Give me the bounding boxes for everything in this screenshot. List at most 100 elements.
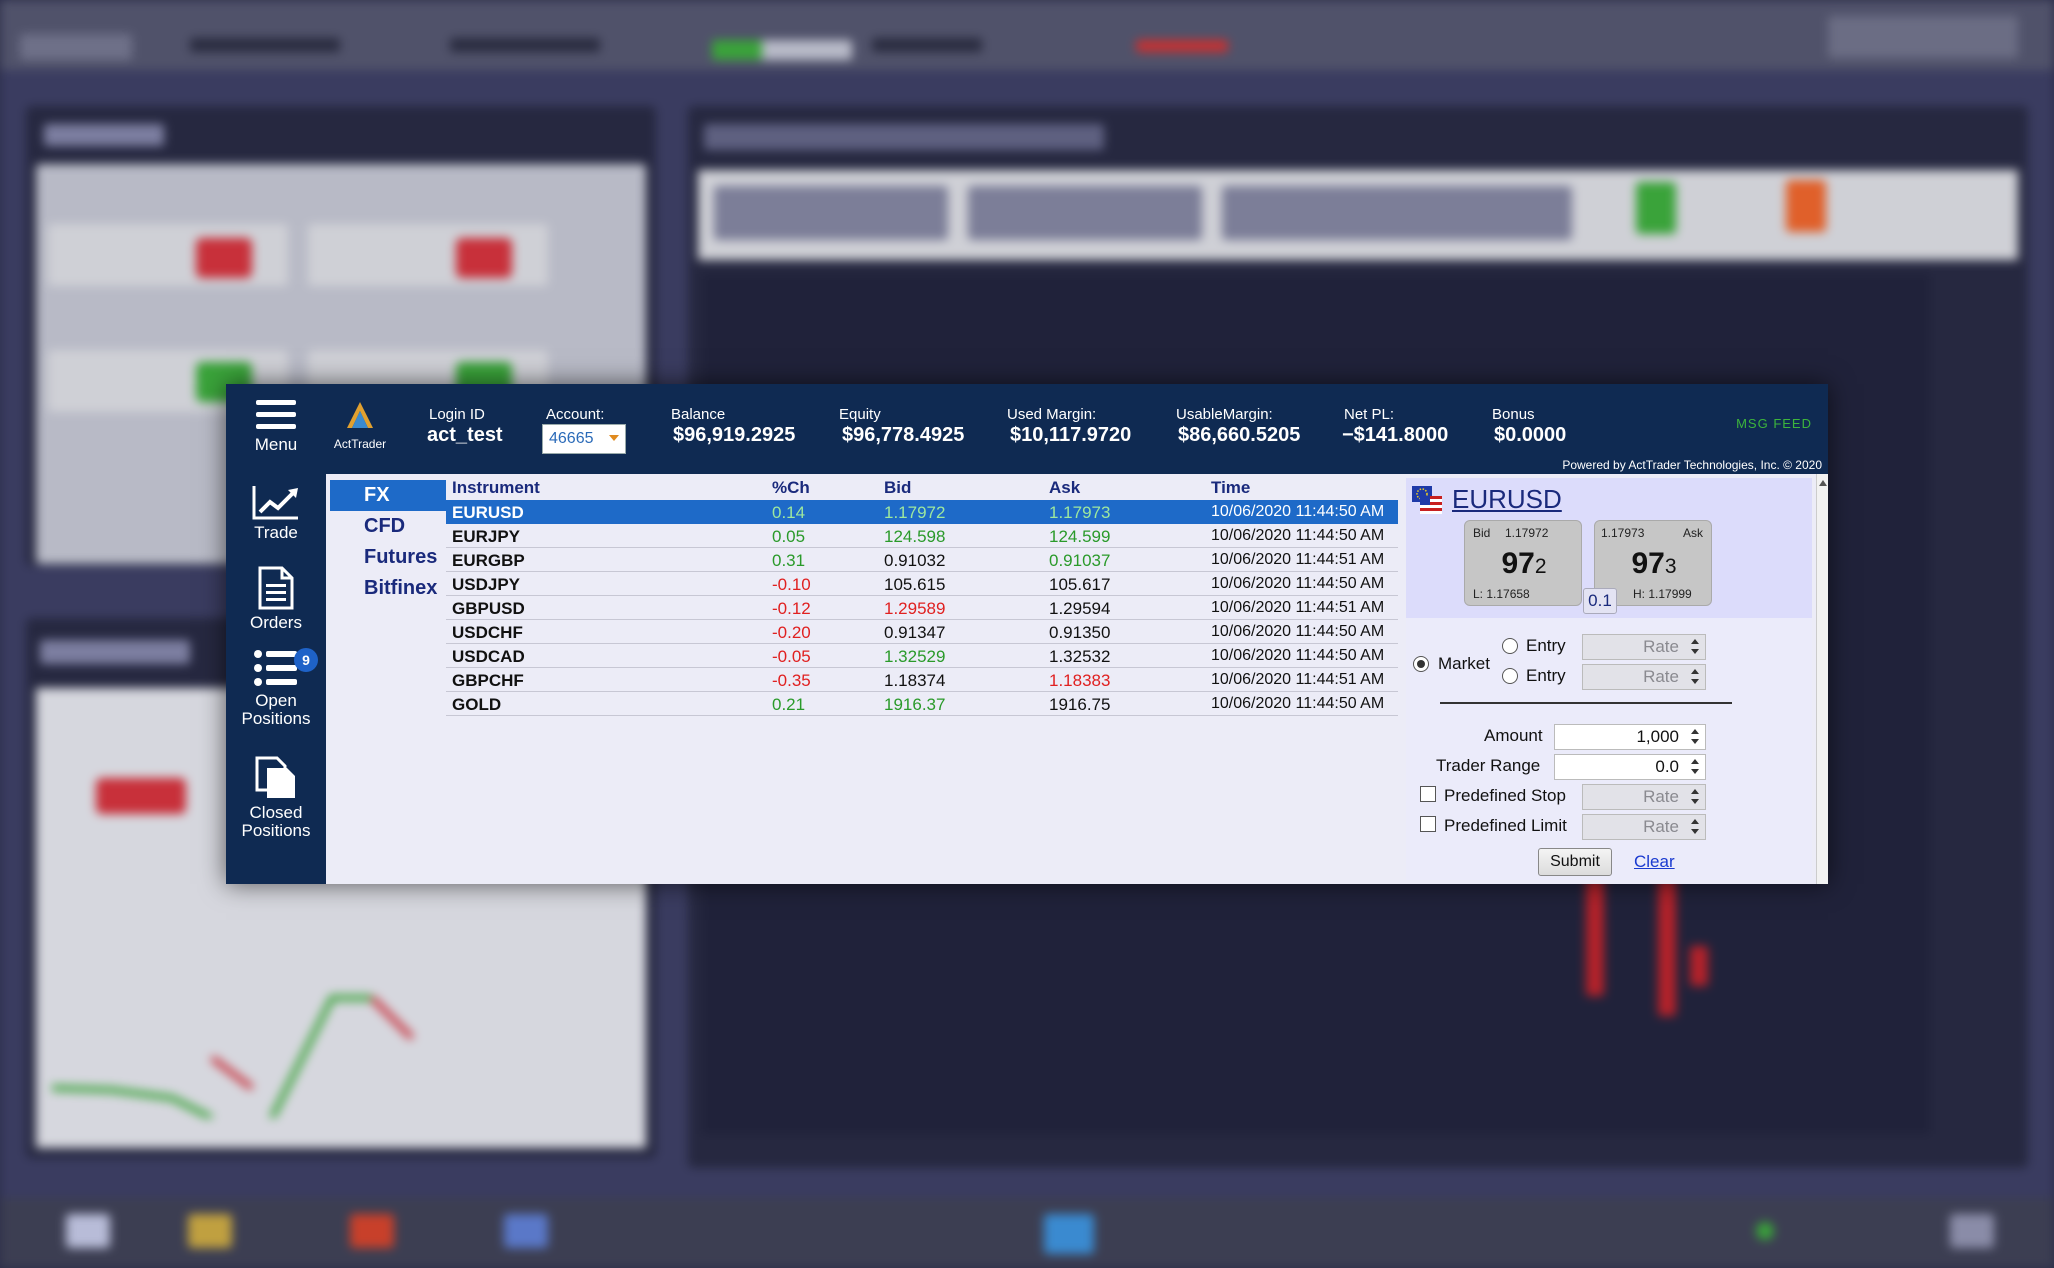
quote-time-cell: 10/06/2020 11:44:51 AM [1211,599,1385,616]
quote-change-cell: -0.35 [772,671,811,690]
predefined-stop-input[interactable]: Rate [1582,784,1706,810]
quote-time-cell: 10/06/2020 11:44:50 AM [1211,575,1385,592]
quote-change-cell: 0.21 [772,695,806,714]
entry-radio-1[interactable] [1502,638,1518,654]
msg-feed-link[interactable]: MSG FEED [1736,416,1812,431]
orders-button[interactable]: Orders [226,566,326,632]
open-positions-label-line2: Positions [241,709,311,728]
order-form: Market Entry Rate Entry Rate Amount 1,00… [1406,618,1812,880]
account-select[interactable]: 46665 [542,424,626,454]
entry-rate-input-1[interactable]: Rate [1582,634,1706,660]
menu-label: Menu [254,435,298,454]
category-cfd[interactable]: CFD [330,511,446,542]
quote-change-cell: 0.14 [772,503,806,522]
quote-symbol-cell: USDCAD [452,647,525,666]
scroll-up-arrow-icon[interactable] [1819,480,1827,486]
entry-rate-input-2[interactable]: Rate [1582,664,1706,690]
quote-row-gbpusd[interactable]: GBPUSD -0.12 1.29589 1.29594 10/06/2020 11:4… [446,596,1398,620]
quote-change-cell: -0.10 [772,575,811,594]
acttrader-logo: ActTrader [326,400,394,451]
bid-label: Bid [1473,526,1491,540]
trader-range-label: Trader Range [1436,756,1541,775]
account-select-value: 46665 [549,430,594,447]
predefined-limit-checkbox[interactable] [1420,816,1436,832]
ask-big-digits: 97 [1631,547,1665,580]
menu-button[interactable]: Menu [226,398,326,454]
quote-symbol-cell: EURGBP [452,551,525,570]
quote-symbol-cell: USDCHF [452,623,523,642]
quote-row-eurgbp[interactable]: EURGBP 0.31 0.91032 0.91037 10/06/2020 11:44… [446,548,1398,572]
form-divider [1440,702,1732,704]
list-icon [254,650,297,686]
entry-label-1: Entry [1526,636,1566,655]
predefined-limit-label: Predefined Limit [1444,816,1567,835]
open-positions-badge: 9 [294,648,318,672]
stepper-arrows-icon[interactable] [1687,637,1703,657]
entry-radio-2[interactable] [1502,668,1518,684]
quote-row-eurusd[interactable]: EURUSD 0.14 1.17972 1.17973 10/06/2020 11:44… [446,500,1398,524]
quote-ask-cell: 1.18383 [1049,671,1111,690]
entry-rate-placeholder-1: Rate [1643,637,1679,656]
stepper-arrows-icon[interactable] [1687,787,1703,807]
quote-symbol-cell: EURUSD [452,503,524,522]
quote-time-cell: 10/06/2020 11:44:51 AM [1211,551,1385,568]
acttrader-window: Menu Trade Orders 9 Open Positions Close… [226,384,1828,884]
quote-row-usdjpy[interactable]: USDJPY -0.10 105.615 105.617 10/06/2020 11:4… [446,572,1398,596]
quote-time-cell: 10/06/2020 11:44:50 AM [1211,695,1385,712]
quote-ask-cell: 0.91037 [1049,551,1111,570]
quote-row-usdchf[interactable]: USDCHF -0.20 0.91347 0.91350 10/06/2020 11:4… [446,620,1398,644]
bid-rate-card[interactable]: Bid 1.17972 972 L: 1.17658 [1464,520,1582,606]
quote-time-cell: 10/06/2020 11:44:50 AM [1211,623,1385,640]
predefined-stop-label: Predefined Stop [1444,786,1566,805]
submit-button[interactable]: Submit [1538,848,1612,876]
trader-range-input[interactable]: 0.0 [1554,754,1706,780]
trade-button[interactable]: Trade [226,484,326,542]
ticket-symbol-link[interactable]: EURUSD [1452,484,1562,515]
quote-bid-cell: 0.91032 [884,551,946,570]
equity-value: $96,778.4925 [842,424,965,446]
bonus-value: $0.0000 [1494,424,1567,446]
ask-pip-digit: 3 [1664,555,1677,578]
predefined-stop-checkbox[interactable] [1420,786,1436,802]
quote-row-usdcad[interactable]: USDCAD -0.05 1.32529 1.32532 10/06/2020 11:4… [446,644,1398,668]
quote-time-cell: 10/06/2020 11:44:50 AM [1211,503,1385,520]
quote-time-cell: 10/06/2020 11:44:51 AM [1211,671,1385,688]
closed-positions-label-line1: Closed [249,803,303,822]
trade-content: FX CFD Futures Bitfinex Instrument %Ch B… [326,474,1828,884]
used-margin-label: Used Margin: [1007,406,1097,423]
bg-account-bar [0,0,2054,70]
category-bitfinex[interactable]: Bitfinex [330,573,446,604]
quote-change-cell: -0.20 [772,623,811,642]
closed-positions-button[interactable]: Closed Positions [226,756,326,840]
quote-change-cell: -0.05 [772,647,811,666]
stepper-arrows-icon[interactable] [1687,817,1703,837]
quote-row-gold[interactable]: GOLD 0.21 1916.37 1916.75 10/06/2020 11:44:5… [446,692,1398,716]
left-sidebar: Menu Trade Orders 9 Open Positions Close… [226,384,326,884]
stepper-arrows-icon[interactable] [1687,727,1703,747]
quote-ask-cell: 0.91350 [1049,623,1111,642]
ticket-scrollbar[interactable] [1816,474,1828,884]
market-radio[interactable] [1413,656,1429,672]
quote-row-eurjpy[interactable]: EURJPY 0.05 124.598 124.599 10/06/2020 11:44… [446,524,1398,548]
predefined-limit-input[interactable]: Rate [1582,814,1706,840]
net-pl-value: −$141.8000 [1342,424,1449,446]
quote-change-cell: 0.05 [772,527,806,546]
bid-full-rate: 1.17972 [1505,526,1549,540]
stepper-arrows-icon[interactable] [1687,757,1703,777]
quote-row-gbpchf[interactable]: GBPCHF -0.35 1.18374 1.18383 10/06/2020 11:4… [446,668,1398,692]
category-fx[interactable]: FX [330,480,446,511]
ask-high: H: 1.17999 [1633,587,1692,601]
quote-time-cell: 10/06/2020 11:44:50 AM [1211,647,1385,664]
order-ticket: EURUSD Bid 1.17972 972 L: 1.17658 1.1797… [1406,478,1812,880]
bid-low: L: 1.17658 [1473,587,1530,601]
ask-big-figure: 973 [1595,547,1713,581]
category-futures[interactable]: Futures [330,542,446,573]
open-positions-button[interactable]: 9 Open Positions [226,648,326,728]
stepper-arrows-icon[interactable] [1687,667,1703,687]
quote-ask-cell: 1.32532 [1049,647,1111,666]
amount-input[interactable]: 1,000 [1554,724,1706,750]
market-label: Market [1438,654,1490,673]
quote-symbol-cell: USDJPY [452,575,521,594]
clear-link[interactable]: Clear [1634,852,1675,872]
quote-bid-cell: 1.17972 [884,503,946,522]
